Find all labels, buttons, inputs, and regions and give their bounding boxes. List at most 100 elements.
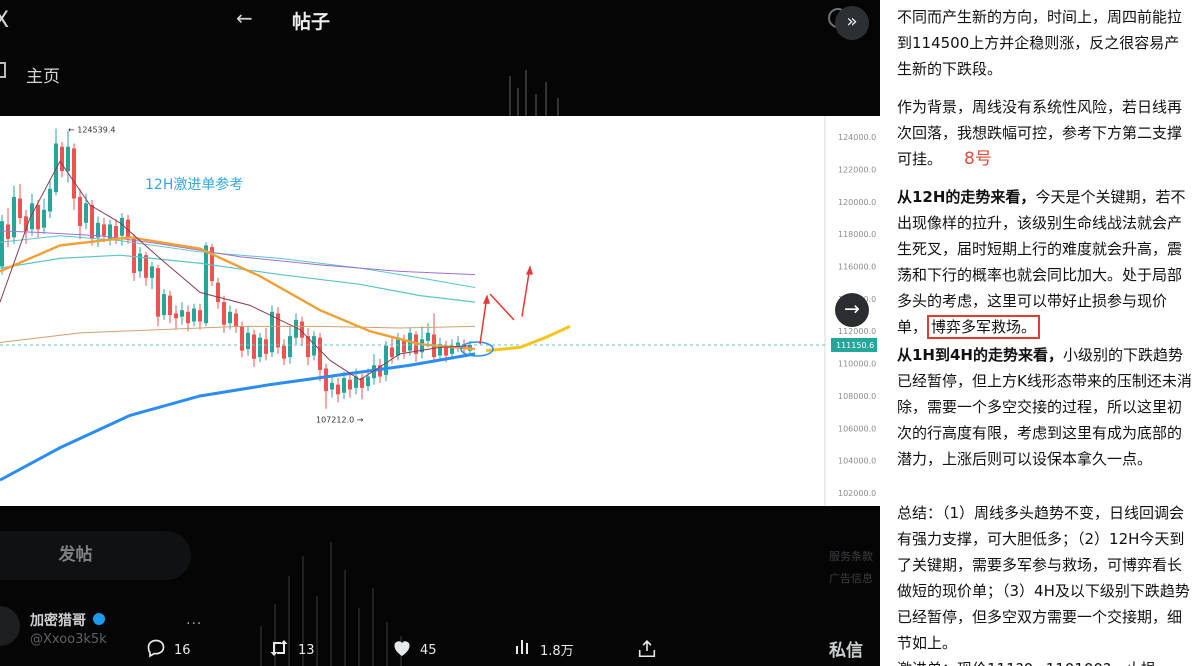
- repost-button[interactable]: 13: [268, 638, 315, 663]
- chart-canvas: 124000.0 122000.0 120000.0 118000.0 116000.0…: [0, 116, 877, 506]
- reply-icon: [146, 638, 166, 663]
- candle-down: [264, 339, 268, 354]
- like-count: 45: [420, 643, 437, 658]
- candle-up: [66, 146, 70, 172]
- candle-up: [138, 253, 142, 272]
- x-logo-icon[interactable]: X: [0, 8, 9, 33]
- candle-down: [168, 295, 172, 316]
- candle-up: [204, 245, 208, 324]
- candle-up: [288, 336, 292, 358]
- views-count: 1.8万: [540, 644, 574, 659]
- arrow-head-2: [526, 265, 533, 275]
- candle-up: [270, 311, 274, 353]
- y-tick-label: 112000.0: [838, 327, 876, 336]
- date-mark: 8号: [964, 149, 992, 169]
- high-price-label: ← 124539.4: [68, 125, 115, 134]
- article-panel: 不同而产生新的方向，时间上，周四前能拉到114500上方并企稳则涨，反之很容易产…: [880, 0, 1200, 666]
- candle-up: [54, 143, 58, 193]
- account-handle: @Xxoo3k5k: [30, 632, 107, 647]
- candle-down: [348, 379, 352, 390]
- paragraph-6: 激进单：现价111?0~110100?，止损: [897, 656, 1193, 666]
- candle-down: [102, 224, 106, 236]
- candle-up: [258, 337, 262, 358]
- candle-down: [186, 311, 190, 324]
- top-bar: X ← 帖子: [0, 0, 880, 42]
- post-action-bar: 16 13 45 1.8万: [140, 636, 670, 664]
- candle-up: [384, 345, 388, 375]
- more-options-icon[interactable]: ···: [186, 616, 202, 632]
- candle-down: [18, 198, 22, 218]
- candle-down: [78, 196, 82, 227]
- footer-link-ads[interactable]: 广告信息: [829, 570, 873, 586]
- account-name[interactable]: 加密猎哥: [30, 610, 86, 630]
- highlighted-phrase: 博弈多军救场。: [927, 315, 1041, 339]
- arrow-head-1: [483, 294, 490, 304]
- reply-button[interactable]: 16: [146, 638, 191, 663]
- candle-down: [336, 384, 340, 395]
- candle-up: [150, 266, 154, 278]
- page-title: 帖子: [292, 11, 331, 33]
- messages-label[interactable]: 私信: [829, 636, 863, 661]
- candle-up: [396, 337, 400, 356]
- nav-item-home[interactable]: 主页: [26, 62, 60, 87]
- candle-down: [156, 268, 160, 317]
- candle-down: [324, 368, 328, 392]
- share-icon: [638, 638, 656, 663]
- current-price-label: 111150.6: [836, 341, 874, 350]
- paragraph-4-heading: 从1H到4H的走势来看，: [897, 346, 1063, 364]
- share-button[interactable]: [638, 638, 656, 663]
- candle-up: [366, 376, 370, 387]
- candle-up: [228, 311, 232, 324]
- projection-curve: [485, 325, 571, 353]
- post-button[interactable]: 发帖: [0, 531, 191, 580]
- paragraph-2: 作为背景，周线没有系统性风险，若日线再次回落，我想跌幅可控，参考下方第二支撑可挂…: [897, 94, 1193, 172]
- candle-up: [84, 203, 88, 223]
- candle-up: [342, 378, 346, 393]
- candle-up: [246, 332, 250, 350]
- candle-up: [120, 217, 124, 236]
- ma-line-blue: [0, 352, 476, 482]
- verified-badge-icon: [93, 613, 105, 625]
- paragraph-2-text: 作为背景，周线没有系统性风险，若日线再次回落，我想跌幅可控，参考下方第二支撑可挂…: [897, 98, 1183, 168]
- candle-down: [114, 226, 118, 238]
- views-icon: [514, 638, 532, 661]
- next-image-button[interactable]: →: [835, 293, 869, 327]
- paragraph-3: 从12H的走势来看，今天是个关键期，若不出现像样的拉升，该级别生命线战法就会产生…: [897, 184, 1193, 340]
- y-tick-label: 108000.0: [838, 392, 876, 401]
- y-tick-label: 102000.0: [838, 489, 876, 498]
- candle-up: [426, 332, 430, 341]
- candlestick-chart[interactable]: 124000.0 122000.0 120000.0 118000.0 116000.0…: [0, 116, 880, 506]
- low-price-label: 107212.0 →: [316, 416, 364, 425]
- candle-up: [48, 188, 52, 212]
- reply-count: 16: [174, 643, 191, 658]
- avatar[interactable]: [0, 606, 20, 646]
- candle-down: [36, 205, 40, 230]
- candle-up: [330, 383, 334, 390]
- candle-down: [222, 302, 226, 325]
- footer-link-terms[interactable]: 服务条款: [829, 548, 873, 564]
- candle-down: [198, 310, 202, 322]
- y-tick-label: 106000.0: [838, 424, 876, 433]
- collapse-panel-button[interactable]: »: [835, 6, 869, 40]
- candle-down: [234, 313, 238, 327]
- home-icon[interactable]: [0, 62, 6, 78]
- candle-down: [390, 347, 394, 358]
- candle-down: [240, 326, 244, 351]
- candle-up: [162, 294, 166, 316]
- candle-down: [174, 313, 178, 319]
- paragraph-4-text: 小级别的下跌趋势已经暂停，但上方K线形态带来的压制还未消除，需要一个多空交接的过…: [897, 346, 1192, 468]
- back-arrow-icon[interactable]: ←: [236, 6, 253, 30]
- like-button[interactable]: 45: [392, 638, 437, 663]
- candle-up: [42, 209, 46, 228]
- y-tick-label: 110000.0: [838, 360, 876, 369]
- paragraph-1: 不同而产生新的方向，时间上，周四前能拉到114500上方并企稳则涨，反之很容易产…: [897, 8, 1183, 78]
- candle-down: [144, 255, 148, 278]
- views-button[interactable]: 1.8万: [514, 638, 574, 661]
- ma-line-teal: [0, 254, 476, 303]
- arrow-down: [489, 293, 515, 321]
- candle-down: [90, 205, 94, 239]
- paragraph-3-heading: 从12H的走势来看，: [897, 188, 1036, 206]
- candle-up: [192, 308, 196, 322]
- candle-down: [60, 146, 64, 172]
- chart-annotation: 12H激进单参考: [145, 176, 243, 193]
